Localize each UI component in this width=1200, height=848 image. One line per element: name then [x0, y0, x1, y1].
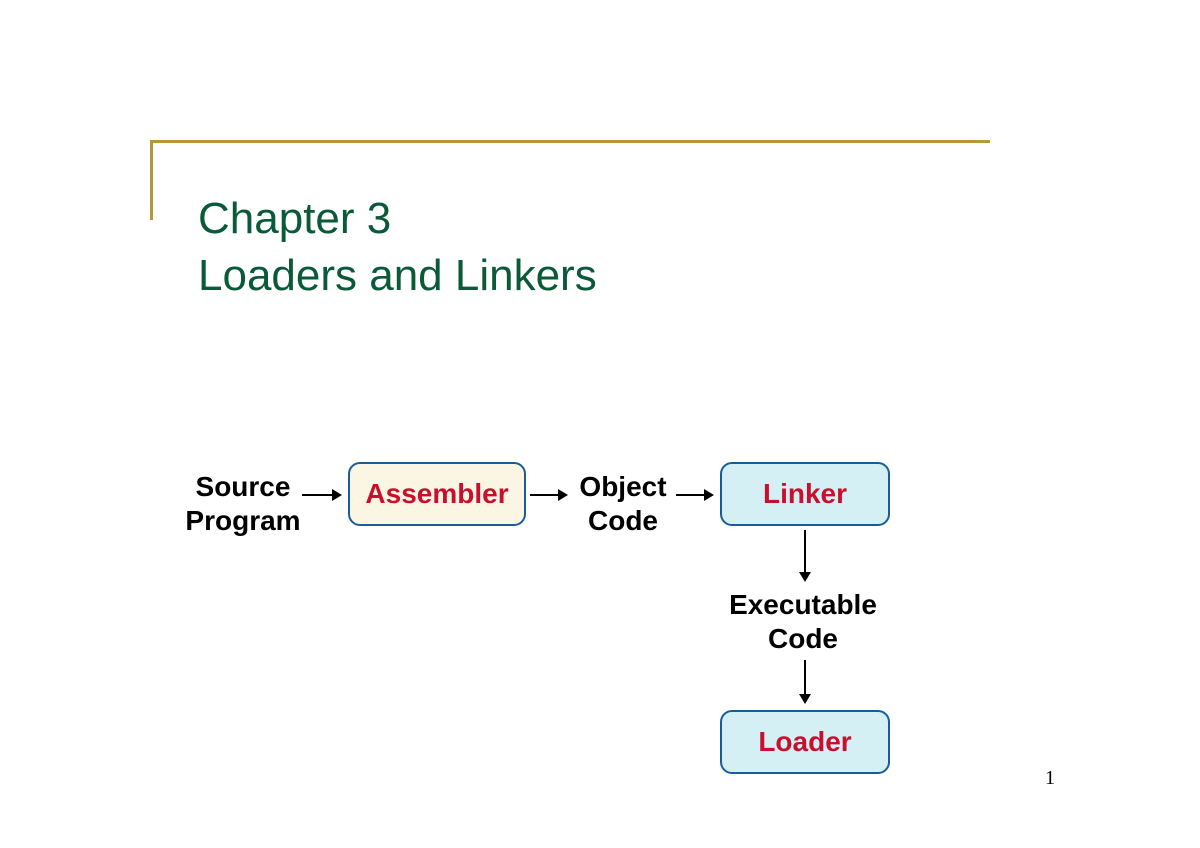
page-number: 1 — [1045, 767, 1055, 790]
node-linker-label: Linker — [763, 478, 847, 510]
node-assembler: Assembler — [348, 462, 526, 526]
node-linker: Linker — [720, 462, 890, 526]
arrow-assembler-to-object — [530, 494, 566, 496]
node-assembler-label: Assembler — [365, 478, 508, 510]
arrow-executable-to-loader — [804, 660, 806, 702]
arrow-linker-to-executable — [804, 530, 806, 580]
arrow-source-to-assembler — [302, 494, 340, 496]
node-object-code: Object Code — [568, 470, 678, 537]
node-loader-label: Loader — [758, 726, 851, 758]
arrow-object-to-linker — [676, 494, 712, 496]
node-source-program: Source Program — [178, 470, 308, 537]
title-line-1: Chapter 3 — [198, 190, 898, 247]
slide-title: Chapter 3 Loaders and Linkers — [198, 190, 898, 304]
node-loader: Loader — [720, 710, 890, 774]
accent-line-left — [150, 140, 153, 220]
node-executable-code: Executable Code — [718, 588, 888, 655]
title-line-2: Loaders and Linkers — [198, 247, 898, 304]
accent-line-top — [150, 140, 990, 143]
